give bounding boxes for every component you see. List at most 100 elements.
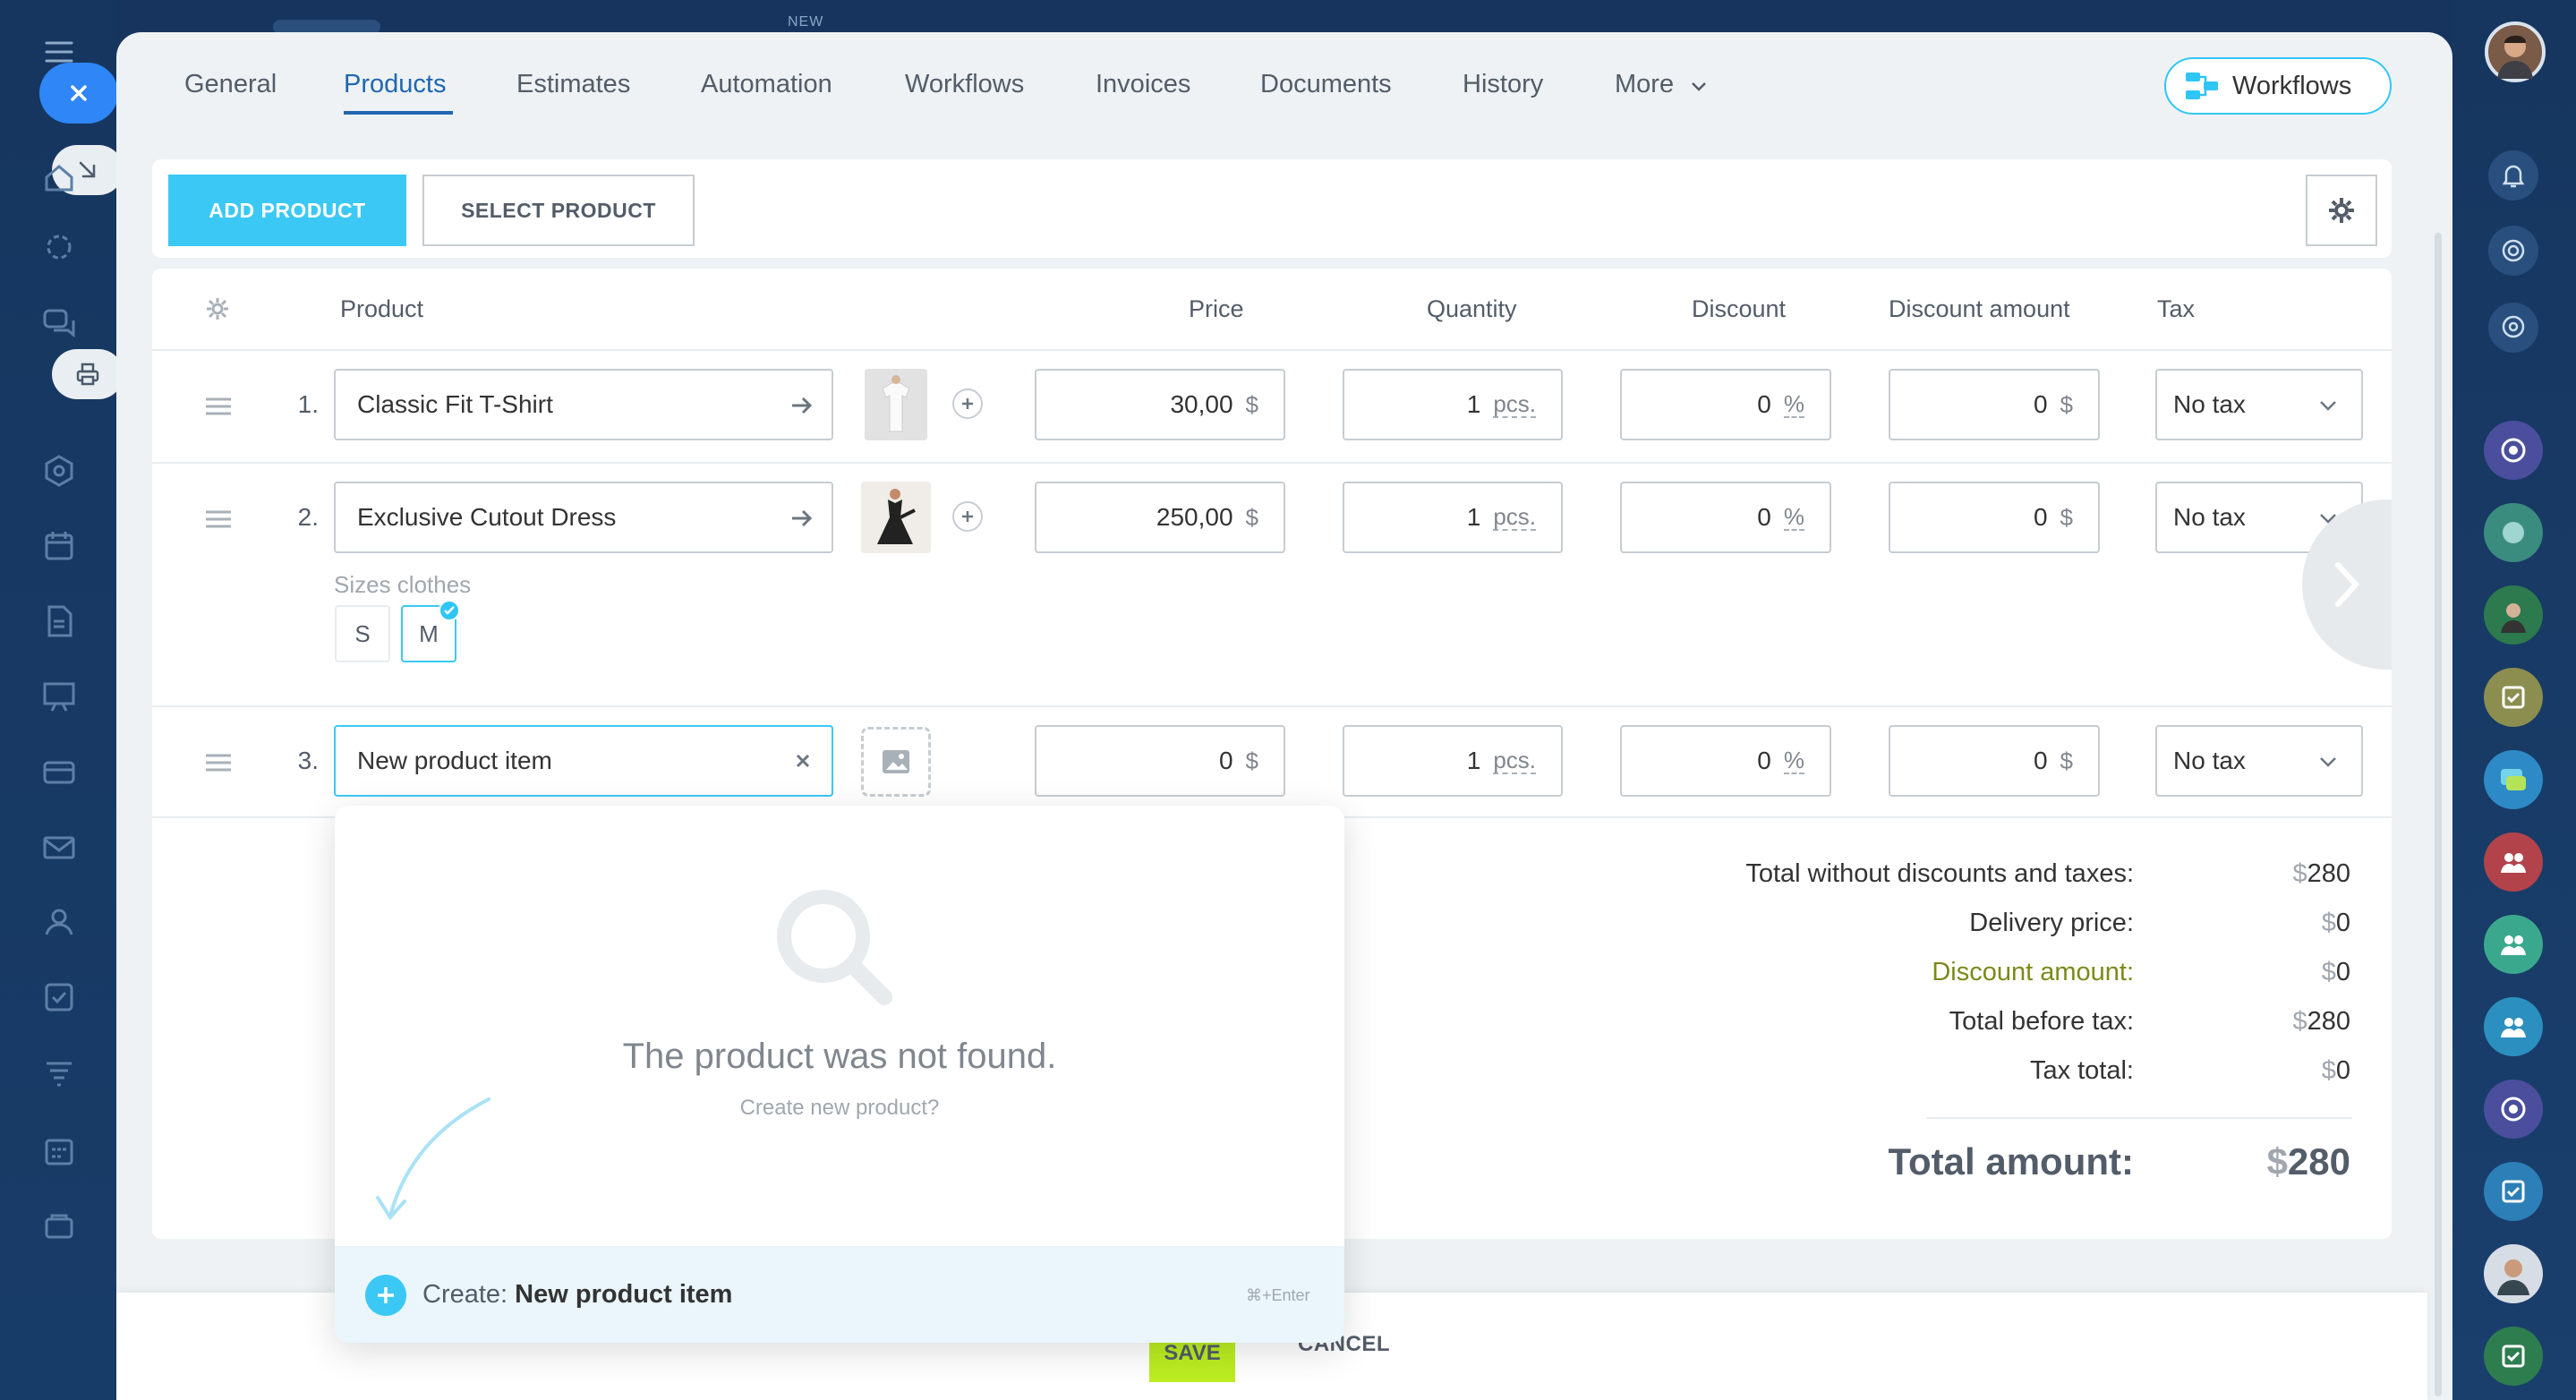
- target-icon[interactable]: [2488, 226, 2538, 276]
- price-input[interactable]: 30,00 $: [1035, 369, 1285, 440]
- not-found-message: The product was not found.: [622, 1037, 1057, 1076]
- total-before-tax-label: Total before tax:: [1949, 1007, 2134, 1036]
- column-header-price[interactable]: Price: [1189, 295, 1244, 323]
- tasks-chat-avatar[interactable]: [2484, 668, 2543, 727]
- discount-input[interactable]: 0%: [1620, 482, 1831, 553]
- discount-amount-value: $0: [2321, 958, 2350, 986]
- product-name-field[interactable]: Classic Fit T-Shirt: [334, 369, 833, 440]
- sizes-label: Sizes clothes: [334, 571, 472, 598]
- add-product-button[interactable]: ADD PRODUCT: [168, 175, 406, 246]
- tasks-avatar[interactable]: [2484, 1162, 2543, 1221]
- discount-amount-input[interactable]: 0 $: [1889, 369, 2100, 440]
- product-image-tshirt[interactable]: [865, 369, 927, 440]
- divider: [152, 462, 2392, 464]
- close-slider-button[interactable]: [39, 63, 118, 124]
- scrollbar[interactable]: [2435, 233, 2442, 1396]
- row-number: 2.: [297, 503, 319, 531]
- tab-products[interactable]: Products: [344, 70, 446, 99]
- row-number: 1.: [297, 390, 319, 418]
- new-badge: NEW: [788, 14, 824, 30]
- chevron-down-icon[interactable]: [1688, 75, 1710, 97]
- add-variant-plus-icon[interactable]: [952, 501, 983, 532]
- hexagon-icon[interactable]: [39, 451, 79, 491]
- tasks-icon[interactable]: [39, 977, 79, 1017]
- tab-general[interactable]: General: [184, 70, 277, 99]
- column-header-discount-amount[interactable]: Discount amount: [1889, 295, 2070, 323]
- column-header-tax[interactable]: Tax: [2157, 295, 2195, 323]
- user-avatar[interactable]: [2485, 21, 2546, 82]
- openchannel-avatar[interactable]: [2484, 421, 2543, 480]
- tab-workflows[interactable]: Workflows: [905, 70, 1024, 99]
- product-name-input[interactable]: New product item: [334, 725, 833, 797]
- team-avatar-3[interactable]: [2484, 997, 2543, 1056]
- contacts-icon[interactable]: [39, 902, 79, 942]
- arrow-right-icon[interactable]: [789, 505, 815, 532]
- sites-icon[interactable]: [39, 227, 79, 267]
- price-input[interactable]: 250,00 $: [1035, 482, 1285, 553]
- size-option-s[interactable]: S: [335, 605, 390, 662]
- contact-avatar[interactable]: [2484, 585, 2543, 645]
- totals-divider: [1926, 1117, 2352, 1119]
- column-header-product[interactable]: Product: [340, 295, 423, 323]
- done-tasks-avatar[interactable]: [2484, 1327, 2543, 1386]
- discount-amount-input[interactable]: 0 $: [1889, 482, 2100, 553]
- active-tab-underline: [344, 111, 453, 115]
- workflow-icon: [2184, 71, 2220, 101]
- drag-handle-icon[interactable]: [204, 508, 233, 530]
- create-product-label[interactable]: Create: New product item: [422, 1280, 732, 1310]
- product-name-field[interactable]: Exclusive Cutout Dress: [334, 482, 833, 553]
- colleague-avatar[interactable]: [2484, 1244, 2543, 1303]
- search-chat-icon[interactable]: [2488, 303, 2538, 353]
- filter-icon[interactable]: [39, 1053, 79, 1092]
- image-placeholder-icon[interactable]: [861, 727, 931, 797]
- tab-more[interactable]: More: [1615, 70, 1674, 99]
- settings-button[interactable]: [2306, 175, 2377, 246]
- mail-icon[interactable]: [39, 827, 79, 866]
- document-icon[interactable]: [39, 602, 79, 641]
- storage-icon[interactable]: [39, 1207, 79, 1246]
- discount-input[interactable]: 0%: [1620, 369, 1831, 440]
- quantity-input[interactable]: 1 pcs.: [1343, 369, 1563, 440]
- clear-icon[interactable]: [792, 750, 814, 772]
- tab-documents[interactable]: Documents: [1260, 70, 1392, 99]
- team-avatar-1[interactable]: [2484, 832, 2543, 892]
- tab-invoices[interactable]: Invoices: [1096, 70, 1190, 99]
- add-variant-plus-icon[interactable]: [952, 388, 983, 419]
- card-icon[interactable]: [39, 752, 79, 791]
- arrow-right-icon[interactable]: [789, 392, 815, 419]
- price-input[interactable]: 0 $: [1035, 725, 1285, 797]
- team-avatar-2[interactable]: [2484, 915, 2543, 974]
- checkmark-icon: [439, 600, 460, 621]
- search-icon: [766, 881, 897, 1012]
- tax-select[interactable]: No tax: [2155, 725, 2363, 797]
- drag-handle-icon[interactable]: [204, 752, 233, 773]
- tab-estimates[interactable]: Estimates: [516, 70, 630, 99]
- calendar-icon[interactable]: [39, 526, 79, 566]
- presentation-icon[interactable]: [39, 677, 79, 716]
- tax-select[interactable]: No tax: [2155, 369, 2363, 440]
- gear-icon: [2326, 195, 2357, 226]
- openline-avatar[interactable]: [2484, 1080, 2543, 1139]
- drag-handle-icon[interactable]: [204, 396, 233, 417]
- home-icon[interactable]: [39, 158, 79, 197]
- chat-bubble-avatar[interactable]: [2484, 750, 2543, 809]
- chat-icon[interactable]: [39, 303, 79, 342]
- discount-input[interactable]: 0%: [1620, 725, 1831, 797]
- product-image-dress[interactable]: [861, 482, 931, 553]
- group-avatar[interactable]: [2484, 503, 2543, 562]
- tab-history[interactable]: History: [1463, 70, 1543, 99]
- discount-amount-input[interactable]: 0 $: [1889, 725, 2100, 797]
- tab-automation[interactable]: Automation: [701, 70, 832, 99]
- column-header-discount[interactable]: Discount: [1692, 295, 1786, 323]
- quantity-input[interactable]: 1 pcs.: [1343, 725, 1563, 797]
- select-product-button[interactable]: SELECT PRODUCT: [422, 175, 695, 246]
- column-settings-icon[interactable]: [204, 295, 231, 322]
- total-without-discounts-value: $280: [2292, 859, 2350, 888]
- workflows-button[interactable]: Workflows: [2164, 57, 2392, 115]
- quantity-input[interactable]: 1 pcs.: [1343, 482, 1563, 553]
- column-header-quantity[interactable]: Quantity: [1427, 295, 1517, 323]
- schedule-icon[interactable]: [39, 1131, 79, 1171]
- plus-icon[interactable]: [365, 1275, 406, 1316]
- notifications-bell-icon[interactable]: [2488, 150, 2538, 201]
- print-icon[interactable]: [52, 349, 124, 399]
